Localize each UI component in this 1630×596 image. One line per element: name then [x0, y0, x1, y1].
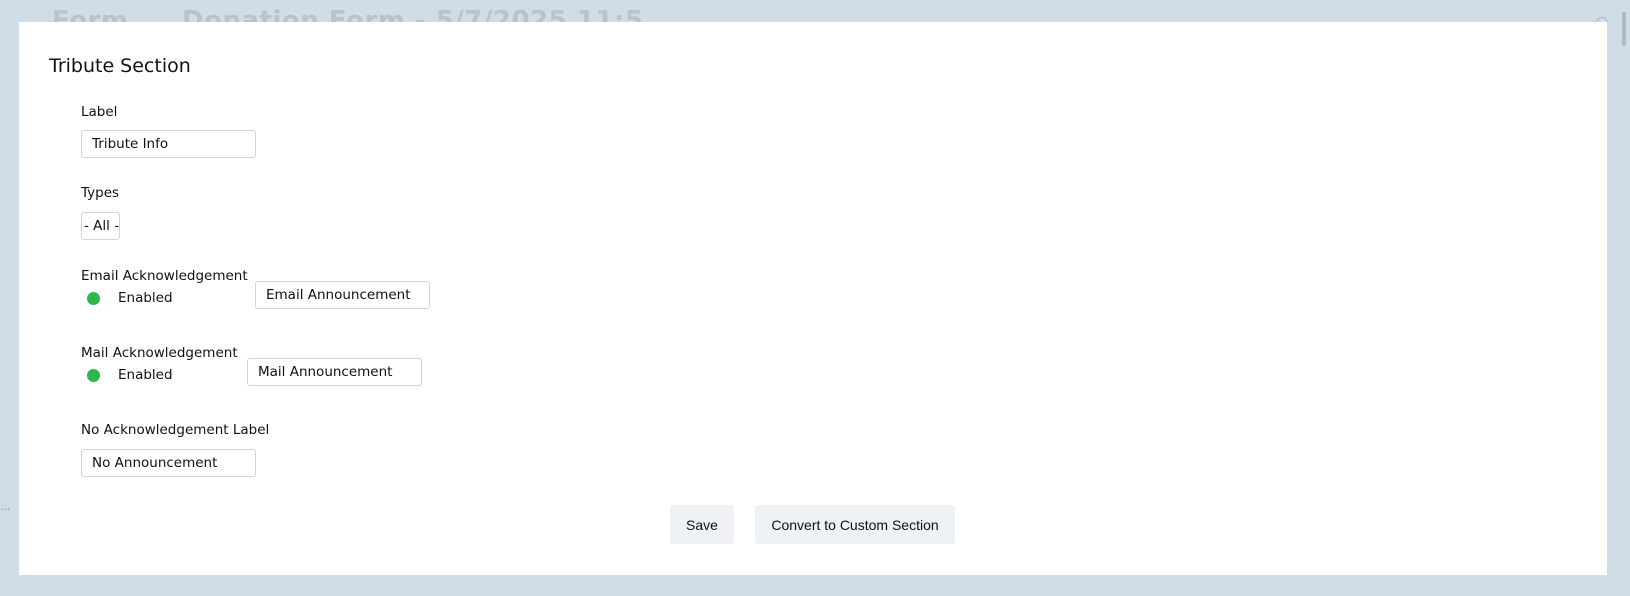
label-input[interactable]: [81, 130, 256, 158]
status-dot-icon: [87, 291, 100, 305]
email-ack-status[interactable]: Enabled: [87, 290, 173, 306]
types-field-label: Types: [81, 185, 120, 201]
convert-to-custom-section-button[interactable]: Convert to Custom Section: [755, 505, 955, 544]
types-select[interactable]: - All -: [81, 212, 120, 240]
backdrop-ellipsis: ...: [0, 500, 11, 513]
label-field-label: Label: [81, 104, 118, 120]
mail-ack-label: Mail Acknowledgement: [81, 345, 238, 361]
mail-ack-status[interactable]: Enabled: [87, 367, 173, 383]
mail-ack-input[interactable]: [247, 358, 422, 386]
no-ack-input[interactable]: [81, 449, 256, 477]
email-ack-input[interactable]: [255, 281, 430, 309]
no-ack-label: No Acknowledgement Label: [81, 422, 270, 438]
backdrop-scroll-edge: [1622, 12, 1626, 46]
email-ack-status-text: Enabled: [118, 290, 173, 306]
modal-title: Tribute Section: [49, 55, 191, 77]
status-dot-icon: [87, 368, 100, 382]
mail-ack-status-text: Enabled: [118, 367, 173, 383]
tribute-section-modal: Tribute Section Label Types - All - Emai…: [19, 22, 1607, 575]
save-button[interactable]: Save: [670, 505, 734, 544]
email-ack-label: Email Acknowledgement: [81, 268, 248, 284]
